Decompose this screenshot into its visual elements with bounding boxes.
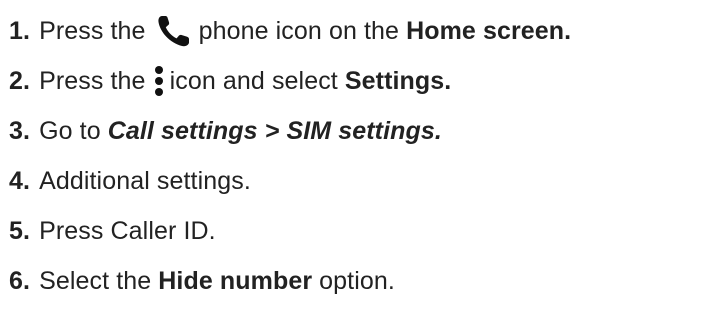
step-text: Press the — [39, 66, 146, 95]
instruction-list: 1. Press the phone icon on the Home scre… — [0, 0, 724, 309]
step-1: 1. Press the phone icon on the Home scre… — [9, 9, 571, 53]
step-text: Go to — [39, 116, 101, 145]
step-5: 5. Press Caller ID. — [9, 209, 216, 253]
step-6: 6. Select the Hide number option. — [9, 259, 395, 303]
step-text: icon and select — [169, 66, 338, 95]
phone-icon — [156, 14, 192, 48]
step-text: phone icon on the — [198, 16, 400, 45]
home-screen-label: Home screen. — [406, 16, 572, 45]
step-3: 3. Go to Call settings > SIM settings. — [9, 109, 442, 153]
step-number: 6. — [9, 266, 31, 295]
step-text: Additional settings. — [39, 166, 251, 195]
step-number: 2. — [9, 66, 31, 95]
step-text: option. — [319, 266, 395, 295]
step-number: 3. — [9, 116, 31, 145]
step-text: Press the — [39, 16, 146, 45]
more-vertical-icon — [154, 64, 164, 98]
step-4: 4. Additional settings. — [9, 159, 251, 203]
step-text: Press Caller ID. — [39, 216, 216, 245]
step-number: 4. — [9, 166, 31, 195]
step-number: 1. — [9, 16, 31, 45]
step-text: Select the — [39, 266, 152, 295]
menu-path: Call settings > SIM settings. — [107, 116, 442, 145]
settings-label: Settings. — [344, 66, 452, 95]
hide-number-label: Hide number — [158, 266, 313, 295]
step-2: 2. Press the icon and select Settings. — [9, 59, 451, 103]
step-number: 5. — [9, 216, 31, 245]
